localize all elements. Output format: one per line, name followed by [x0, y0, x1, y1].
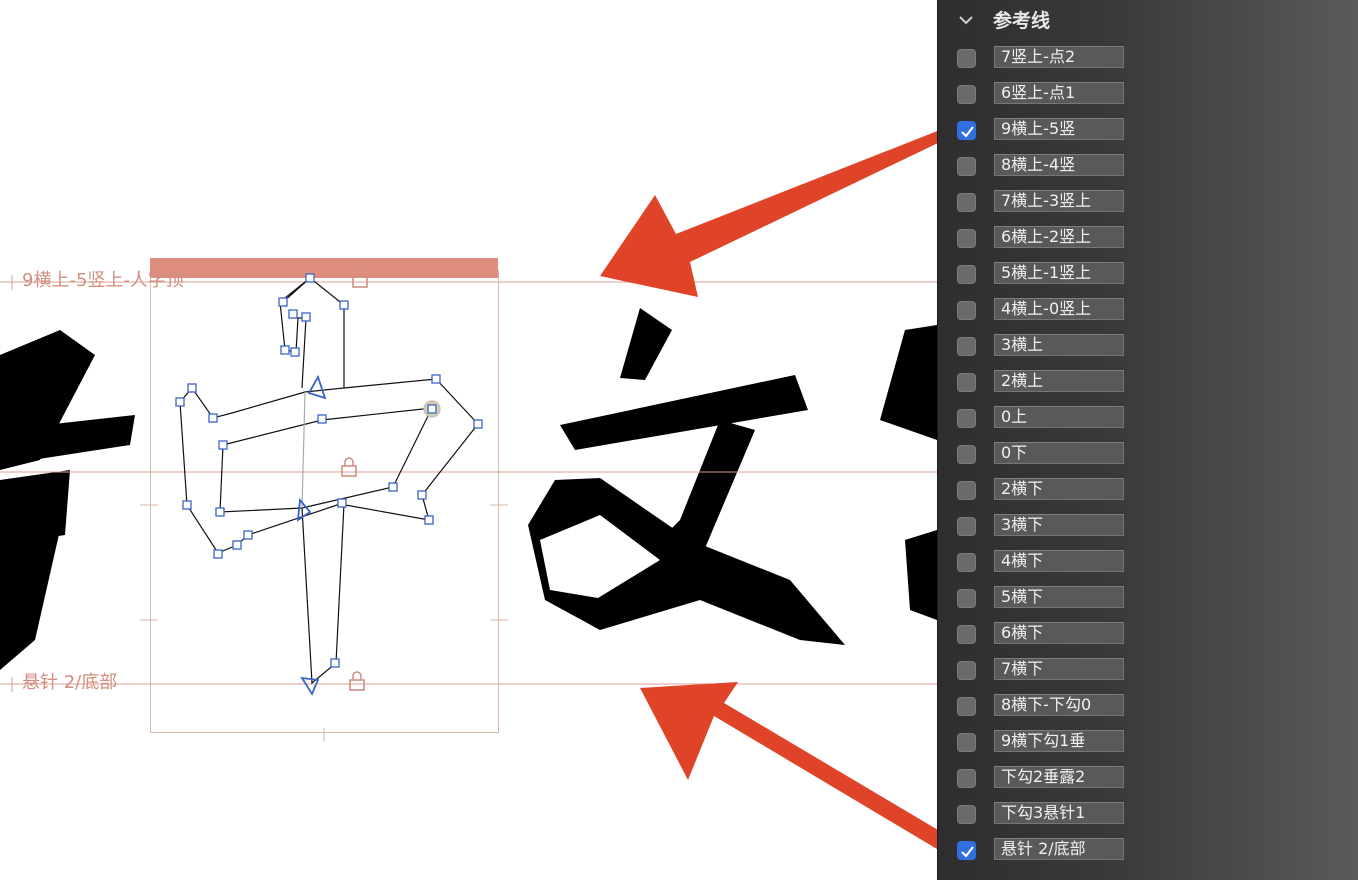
glyph-wen [528, 308, 845, 645]
guide-visibility-checkbox[interactable] [957, 517, 976, 536]
guide-list-item[interactable]: 下勾2垂露2 [938, 762, 1358, 798]
guide-visibility-checkbox[interactable] [957, 661, 976, 680]
lock-icon[interactable] [341, 268, 368, 691]
guide-visibility-checkbox[interactable] [957, 589, 976, 608]
glyph-zhong-outline[interactable] [179, 277, 479, 685]
checkmark-icon [961, 846, 974, 858]
guide-name-field[interactable]: 6横上-2竖上 [994, 226, 1124, 248]
guide-visibility-checkbox[interactable] [957, 157, 976, 176]
guide-name-field[interactable]: 5横上-1竖上 [994, 262, 1124, 284]
guide-list-item[interactable]: 6横下 [938, 618, 1358, 654]
guide-list-item[interactable]: 4横上-0竖上 [938, 294, 1358, 330]
guide-list-item[interactable]: 5横下 [938, 582, 1358, 618]
guide-name-field[interactable]: 7横下 [994, 658, 1124, 680]
guide-visibility-checkbox[interactable] [957, 265, 976, 284]
guide-visibility-checkbox[interactable] [957, 553, 976, 572]
guide-list-item[interactable]: 6横上-2竖上 [938, 222, 1358, 258]
guide-name-field[interactable]: 9横上-5竖 [994, 118, 1124, 140]
guide-list-item[interactable]: 2横上 [938, 366, 1358, 402]
guide-visibility-checkbox[interactable] [957, 625, 976, 644]
guide-visibility-checkbox[interactable] [957, 229, 976, 248]
guide-list-item[interactable]: 7横下 [938, 654, 1358, 690]
guide-name-field[interactable]: 2横下 [994, 478, 1124, 500]
guide-name-field[interactable]: 6横下 [994, 622, 1124, 644]
guide-visibility-checkbox[interactable] [957, 733, 976, 752]
guide-visibility-checkbox[interactable] [957, 373, 976, 392]
guide-label-top: 9横上-5竖上-人字顶 [22, 270, 184, 291]
guide-list-item[interactable]: 4横下 [938, 546, 1358, 582]
guide-name-field[interactable]: 4横下 [994, 550, 1124, 572]
annotation-arrow-top [600, 131, 937, 297]
guide-name-field[interactable]: 2横上 [994, 370, 1124, 392]
guide-name-field[interactable]: 3横上 [994, 334, 1124, 356]
guide-name-field[interactable]: 0上 [994, 406, 1124, 428]
guide-name-field[interactable]: 0下 [994, 442, 1124, 464]
guide-name-field[interactable]: 下勾2垂露2 [994, 766, 1124, 788]
panel-header[interactable]: 参考线 [938, 0, 1358, 38]
guide-visibility-checkbox[interactable] [957, 409, 976, 428]
guide-visibility-checkbox[interactable] [957, 85, 976, 104]
guide-list-item[interactable]: 0下 [938, 438, 1358, 474]
guide-list-item[interactable]: 8横下-下勾0 [938, 690, 1358, 726]
guide-name-field[interactable]: 9横下勾1垂 [994, 730, 1124, 752]
glyph-bounding-box [150, 270, 499, 733]
guide-name-field[interactable]: 4横上-0竖上 [994, 298, 1124, 320]
selected-guide-highlight [150, 258, 498, 278]
guide-name-field[interactable]: 6竖上-点1 [994, 82, 1124, 104]
canvas-drawing [0, 131, 937, 850]
chevron-down-icon[interactable] [956, 10, 976, 30]
guide-name-field[interactable]: 7竖上-点2 [994, 46, 1124, 68]
guide-visibility-checkbox[interactable] [957, 49, 976, 68]
guide-visibility-checkbox[interactable] [957, 481, 976, 500]
guide-visibility-checkbox[interactable] [957, 301, 976, 320]
guide-visibility-checkbox[interactable] [957, 121, 976, 140]
guide-name-field[interactable]: 8横上-4竖 [994, 154, 1124, 176]
guide-label-bottom: 悬针 2/底部 [22, 672, 118, 693]
guide-name-field[interactable]: 悬针 2/底部 [994, 838, 1124, 860]
guide-list-item[interactable]: 2横下 [938, 474, 1358, 510]
guide-list-item[interactable]: 3横下 [938, 510, 1358, 546]
guide-name-field[interactable]: 8横下-下勾0 [994, 694, 1124, 716]
glyph-left-partial [0, 330, 135, 670]
guide-visibility-checkbox[interactable] [957, 697, 976, 716]
guide-list-item[interactable]: 9横上-5竖 [938, 114, 1358, 150]
guide-list-item[interactable]: 5横上-1竖上 [938, 258, 1358, 294]
glyph-canvas[interactable]: 9横上-5竖上-人字顶 悬针 2/底部 [0, 0, 937, 880]
guide-name-field[interactable]: 下勾3悬针1 [994, 802, 1124, 824]
guide-list-item[interactable]: 8横上-4竖 [938, 150, 1358, 186]
guide-list-item[interactable]: 9横下勾1垂 [938, 726, 1358, 762]
guide-list-item[interactable]: 3横上 [938, 330, 1358, 366]
guide-visibility-checkbox[interactable] [957, 445, 976, 464]
checkmark-icon [961, 126, 974, 138]
guides-panel: 参考线 7竖上-点2 6竖上-点1 9横上-5竖 8横上-4竖 7横上-3竖上 6横上-2… [937, 0, 1358, 880]
annotation-arrow-bottom [640, 682, 937, 850]
guide-visibility-checkbox[interactable] [957, 841, 976, 860]
guide-visibility-checkbox[interactable] [957, 769, 976, 788]
guide-list-item[interactable]: 悬针 2/底部 [938, 834, 1358, 870]
guide-list-item[interactable]: 7横上-3竖上 [938, 186, 1358, 222]
guide-list-item[interactable]: 0上 [938, 402, 1358, 438]
panel-title: 参考线 [993, 10, 1051, 32]
guide-name-field[interactable]: 7横上-3竖上 [994, 190, 1124, 212]
guide-visibility-checkbox[interactable] [957, 337, 976, 356]
guide-name-field[interactable]: 3横下 [994, 514, 1124, 536]
guide-name-field[interactable]: 5横下 [994, 586, 1124, 608]
guide-visibility-checkbox[interactable] [957, 193, 976, 212]
guide-list-item[interactable]: 6竖上-点1 [938, 78, 1358, 114]
guide-list-item[interactable]: 7竖上-点2 [938, 42, 1358, 78]
guide-list-item[interactable]: 下勾3悬针1 [938, 798, 1358, 834]
guide-visibility-checkbox[interactable] [957, 805, 976, 824]
